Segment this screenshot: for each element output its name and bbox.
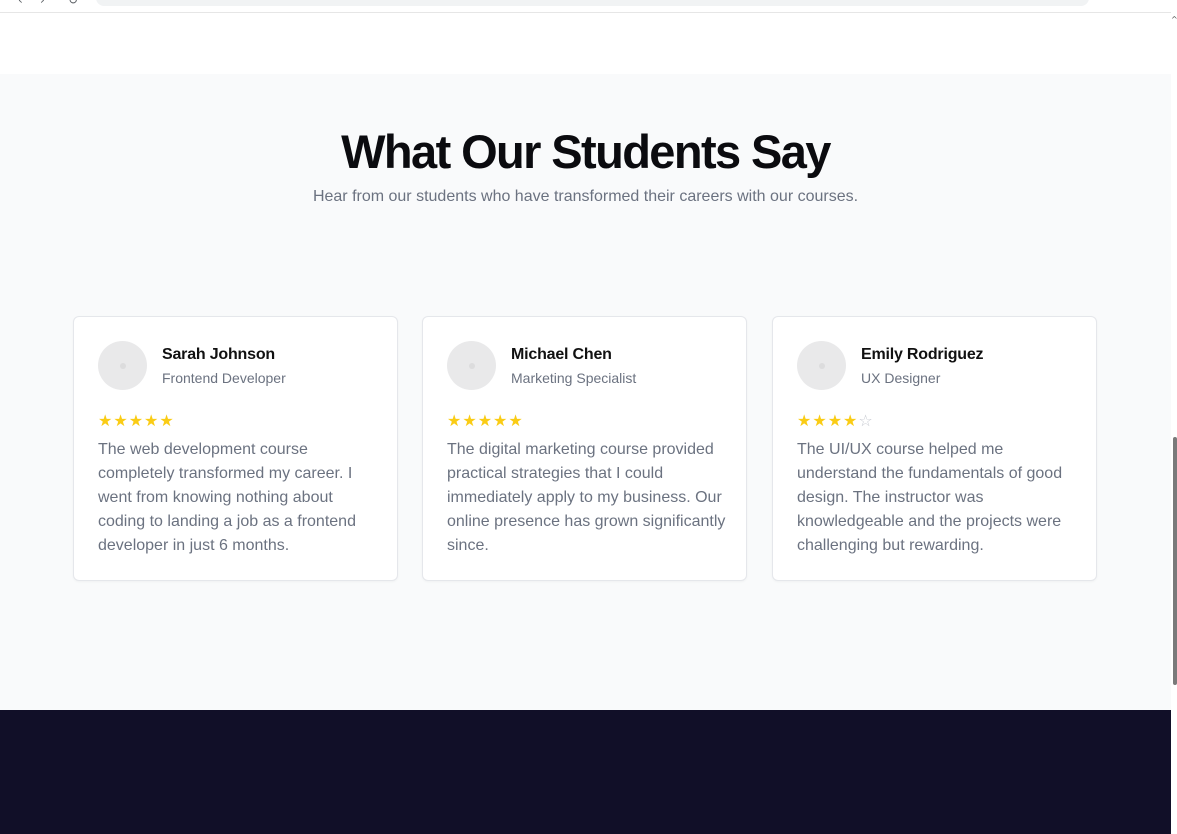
avatar-placeholder-icon (818, 362, 825, 369)
student-role: Marketing Specialist (511, 370, 637, 386)
star-filled-icon: ★ (98, 411, 113, 430)
scroll-up-icon[interactable]: ^ (1171, 14, 1177, 26)
student-name: Michael Chen (511, 346, 612, 363)
star-filled-icon: ★ (493, 411, 508, 430)
forward-icon[interactable]: › (40, 0, 45, 6)
student-name: Emily Rodriguez (861, 346, 984, 363)
testimonial-quote: The digital marketing course provided pr… (447, 441, 726, 554)
star-filled-icon: ★ (508, 411, 523, 430)
scrollbar-thumb[interactable] (1173, 437, 1177, 685)
reload-icon[interactable]: ↻ (68, 0, 78, 6)
avatar (98, 341, 147, 390)
star-filled-icon: ★ (843, 411, 858, 430)
star-filled-icon: ★ (144, 411, 159, 430)
section-title: What Our Students Say (341, 125, 831, 178)
testimonial-quote: The UI/UX course helped me understand th… (797, 441, 1063, 554)
star-filled-icon: ★ (128, 411, 144, 430)
star-filled-icon: ★ (797, 411, 812, 430)
avatar-placeholder-icon (119, 362, 126, 369)
testimonial-card: Sarah Johnson Frontend Developer ★ ★ ★ ★ ★ T… (73, 316, 398, 581)
star-rating: ★ ★ ★ ★ ★ (98, 412, 174, 430)
student-name: Sarah Johnson (162, 346, 275, 363)
testimonial-quote: The web development course completely tr… (98, 441, 356, 554)
student-role: UX Designer (861, 370, 941, 386)
star-filled-icon: ★ (477, 411, 493, 430)
testimonial-card: Michael Chen Marketing Specialist ★ ★ ★ ★ ★ … (422, 316, 747, 581)
back-icon[interactable]: ‹ (18, 0, 23, 6)
avatar (797, 341, 846, 390)
star-filled-icon: ★ (812, 411, 827, 430)
footer (0, 710, 1171, 834)
star-filled-icon: ★ (159, 411, 174, 430)
scrollbar[interactable] (1171, 0, 1177, 834)
avatar-placeholder-icon (468, 362, 475, 369)
testimonial-card: Emily Rodriguez UX Designer ★ ★ ★ ★ ☆ The UI… (772, 316, 1097, 581)
avatar (447, 341, 496, 390)
star-filled-icon: ★ (827, 411, 843, 430)
student-role: Frontend Developer (162, 370, 286, 386)
star-rating: ★ ★ ★ ★ ☆ (797, 412, 873, 430)
browser-toolbar: ‹ › ↻ (0, 0, 1171, 13)
address-bar[interactable] (96, 0, 1089, 6)
star-filled-icon: ★ (462, 411, 477, 430)
star-filled-icon: ★ (113, 411, 128, 430)
star-empty-icon: ☆ (858, 411, 873, 430)
star-rating: ★ ★ ★ ★ ★ (447, 412, 523, 430)
page-header-area (0, 13, 1171, 74)
star-filled-icon: ★ (447, 411, 462, 430)
section-subtitle: Hear from our students who have transfor… (312, 188, 859, 205)
